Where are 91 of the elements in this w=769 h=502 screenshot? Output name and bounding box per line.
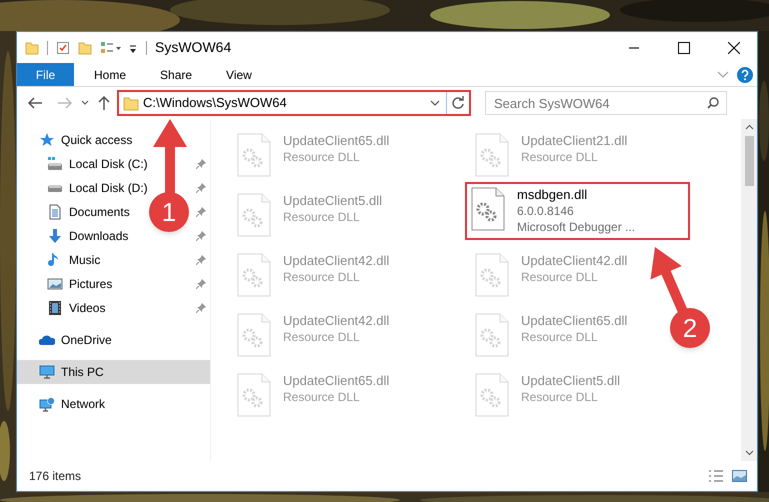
properties-icon[interactable]	[56, 40, 70, 54]
file-detail: Resource DLL	[283, 149, 361, 165]
down-arrow-icon	[47, 228, 63, 244]
refresh-icon[interactable]	[451, 96, 465, 110]
recent-dropdown-icon[interactable]	[81, 100, 89, 106]
navigation-item[interactable]: Quick access	[17, 128, 136, 152]
file-detail: 6.0.0.8146	[517, 203, 575, 219]
window-title: SysWOW64	[155, 38, 232, 57]
file-detail: Resource DLL	[283, 329, 361, 345]
file-name: UpdateClient21.dll	[521, 133, 628, 149]
arrow	[650, 247, 688, 314]
navigation-item[interactable]: Local Disk (D:)	[17, 176, 152, 200]
file-detail: Resource DLL	[283, 209, 361, 225]
ribbon-tab[interactable]: Home	[80, 63, 140, 86]
file-name: msdbgen.dll	[517, 187, 588, 203]
dll-file-icon	[237, 253, 271, 297]
scrollbar-thumb[interactable]	[744, 136, 754, 186]
file-detail: Resource DLL	[521, 269, 599, 285]
file-detail: Resource DLL	[521, 149, 599, 165]
scroll-up-icon[interactable]	[744, 124, 754, 130]
dll-file-icon	[471, 187, 505, 231]
chevron-down-icon[interactable]	[430, 100, 440, 106]
navigation-item[interactable]: Videos	[17, 296, 110, 320]
dll-file-icon	[475, 133, 509, 177]
file-detail: Microsoft Debugger ...	[517, 219, 636, 235]
network-icon	[39, 396, 55, 412]
search-field[interactable]: Search SysWOW64	[485, 91, 727, 115]
file-name: UpdateClient5.dll	[283, 193, 382, 209]
pin-icon[interactable]	[196, 159, 206, 169]
scrollbar[interactable]	[741, 119, 757, 461]
help-icon[interactable]	[737, 66, 753, 82]
dll-file-icon	[475, 313, 509, 357]
monitor-icon	[39, 364, 55, 380]
close-icon	[728, 42, 740, 54]
forward-arrow-icon[interactable]	[57, 96, 73, 110]
navigation-item[interactable]: Network	[17, 392, 110, 416]
dll-file-icon	[475, 373, 509, 417]
film-icon	[47, 300, 63, 316]
file-detail: Resource DLL	[283, 269, 361, 285]
back-arrow-icon[interactable]	[27, 96, 43, 110]
navigation-item[interactable]: Downloads	[17, 224, 132, 248]
pin-icon[interactable]	[196, 231, 206, 241]
file-detail: Resource DLL	[283, 389, 361, 405]
file-name: UpdateClient65.dll	[283, 133, 390, 149]
dll-file-icon	[475, 253, 509, 297]
dll-file-icon	[237, 193, 271, 237]
address-bar[interactable]: C:\Windows\SysWOW64	[117, 90, 471, 116]
dll-file-icon	[237, 313, 271, 357]
star-icon	[39, 132, 55, 148]
minimize-icon	[629, 46, 639, 48]
file-name: UpdateClient42.dll	[283, 313, 390, 329]
search-icon	[707, 97, 719, 109]
file-menu-tab[interactable]: File	[17, 63, 74, 86]
folder-icon	[123, 95, 139, 111]
drive-icon	[47, 184, 63, 192]
navigation-item[interactable]: Local Disk (C:)	[17, 152, 152, 176]
customize-icon[interactable]	[100, 40, 122, 54]
picture-icon	[47, 276, 63, 292]
dll-file-icon	[237, 133, 271, 177]
file-name: UpdateClient5.dll	[521, 373, 620, 389]
pin-icon[interactable]	[196, 279, 206, 289]
drive-icon	[47, 156, 63, 172]
pin-icon[interactable]	[196, 183, 206, 193]
file-detail: Resource DLL	[521, 389, 599, 405]
item-count: 176 items	[29, 468, 82, 485]
navigation-item[interactable]: Music	[17, 248, 104, 272]
navigation-item[interactable]: Documents	[17, 200, 134, 224]
file-detail: Resource DLL	[521, 329, 599, 345]
file-name: UpdateClient65.dll	[283, 373, 390, 389]
up-arrow-icon[interactable]	[97, 95, 111, 111]
address-path: C:\Windows\SysWOW64	[143, 94, 287, 112]
dll-file-icon	[237, 373, 271, 417]
file-name: UpdateClient42.dll	[521, 253, 628, 269]
file-name: UpdateClient42.dll	[283, 253, 390, 269]
maximize-icon	[678, 42, 690, 54]
pin-icon[interactable]	[196, 303, 206, 313]
large-icons-view-icon[interactable]	[732, 470, 747, 482]
ribbon-tab[interactable]: Share	[146, 63, 206, 86]
file-name: UpdateClient65.dll	[521, 313, 628, 329]
scroll-down-icon[interactable]	[744, 450, 754, 456]
ribbon-tab[interactable]: View	[212, 63, 266, 86]
navigation-item[interactable]: Pictures	[17, 272, 116, 296]
details-view-icon[interactable]	[708, 470, 724, 482]
navigation-item[interactable]: This PC	[17, 360, 210, 384]
document-icon	[47, 204, 63, 220]
navigation-item[interactable]: OneDrive	[17, 328, 116, 352]
new-folder-icon[interactable]	[78, 40, 92, 54]
pin-icon[interactable]	[196, 207, 206, 217]
folder-icon[interactable]	[25, 40, 39, 54]
file-item[interactable]: msdbgen.dll 6.0.0.8146 Microsoft Debugger ...	[465, 182, 690, 240]
pin-icon[interactable]	[196, 255, 206, 265]
